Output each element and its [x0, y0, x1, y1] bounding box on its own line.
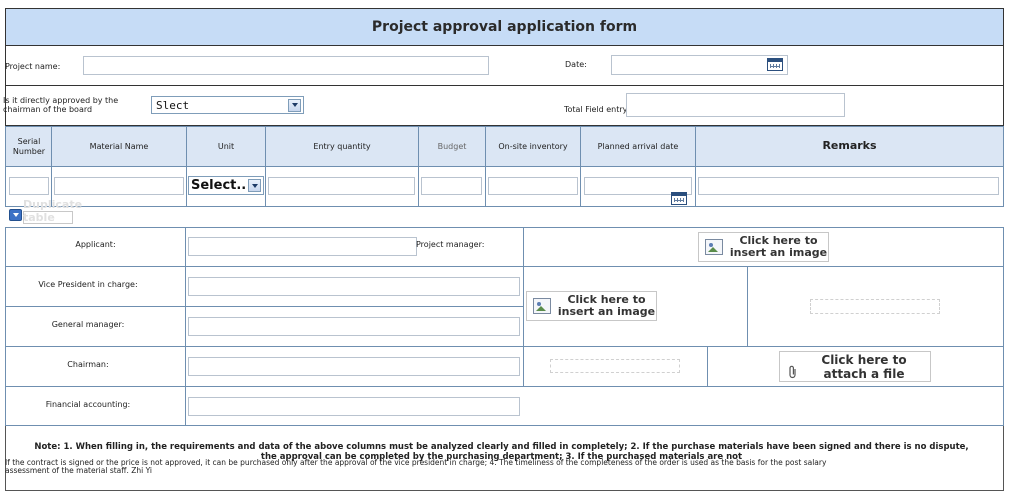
table-divider	[6, 166, 1003, 167]
insert-image-label: Click here to insert an image	[729, 234, 828, 259]
date-input[interactable]	[611, 55, 788, 75]
approvals-col-divider	[707, 346, 708, 386]
approvals-divider	[6, 346, 1003, 347]
unit-select-value: Select..	[191, 178, 247, 193]
signature-placeholder	[550, 359, 680, 373]
applicant-label: Applicant:	[75, 240, 116, 249]
calendar-icon[interactable]	[671, 192, 687, 205]
project-manager-label: Project manager:	[416, 240, 485, 249]
paperclip-icon	[789, 365, 796, 378]
insert-image-button[interactable]: Click here to insert an image	[526, 291, 657, 321]
total-field-label: Total Field entry	[564, 105, 628, 114]
insert-image-button[interactable]: Click here to insert an image	[698, 232, 829, 262]
budget-input[interactable]	[421, 177, 482, 195]
unit-select[interactable]: Select..	[188, 176, 264, 195]
remarks-input[interactable]	[698, 177, 999, 195]
duplicate-table-button[interactable]: Duplicate table	[9, 198, 82, 225]
approvals-divider	[6, 306, 524, 307]
header-remarks: Remarks	[822, 139, 877, 153]
header-onsite-inventory: On-site inventory	[498, 141, 568, 151]
approvals-col-divider	[523, 228, 524, 386]
attach-file-button[interactable]: Click here to attach a file	[779, 351, 931, 382]
board-approval-select-value: Slect	[156, 98, 190, 112]
general-manager-input[interactable]	[188, 317, 520, 336]
note-line-4: assessment of the material staff. Zhi Yi	[5, 466, 152, 475]
approvals-col-divider	[747, 266, 748, 346]
image-icon	[533, 298, 551, 314]
vice-president-label: Vice President in charge:	[38, 280, 138, 289]
board-approval-label: Is it directly approved by the chairman …	[3, 96, 119, 114]
total-field-input[interactable]	[626, 93, 845, 117]
form-title-bar: Project approval application form	[5, 8, 1004, 46]
duplicate-table-icon[interactable]	[9, 209, 22, 221]
approvals-divider	[6, 266, 1003, 267]
general-manager-label: General manager:	[51, 320, 125, 329]
header-unit: Unit	[217, 141, 235, 151]
chairman-input[interactable]	[188, 357, 520, 376]
dropdown-arrow-icon[interactable]	[248, 179, 261, 192]
project-name-label: Project name:	[5, 62, 61, 71]
dropdown-arrow-icon[interactable]	[288, 98, 301, 112]
note-line-1: Note: 1. When filling in, the requiremen…	[34, 442, 969, 452]
duplicate-table-label: Duplicate table	[23, 198, 83, 224]
image-icon	[705, 239, 723, 255]
signature-placeholder	[810, 299, 940, 314]
date-label: Date:	[565, 60, 587, 69]
financial-accounting-label: Financial accounting:	[45, 400, 131, 409]
header-planned-arrival-date: Planned arrival date	[597, 141, 679, 151]
approvals-col-divider	[185, 228, 186, 426]
header-serial-number: Serial Number	[12, 137, 46, 156]
form-title: Project approval application form	[371, 19, 638, 35]
project-name-input[interactable]	[83, 56, 489, 75]
vice-president-input[interactable]	[188, 277, 520, 296]
header-material-name: Material Name	[89, 141, 149, 151]
calendar-icon[interactable]	[767, 58, 783, 71]
approvals-divider	[6, 386, 1003, 387]
applicant-input[interactable]	[188, 237, 417, 256]
header-budget: Budget	[437, 141, 467, 151]
insert-image-label: Click here to insert an image	[557, 293, 656, 318]
attach-file-label: Click here to attach a file	[821, 352, 907, 381]
board-approval-select[interactable]: Slect	[151, 96, 304, 114]
material-name-input[interactable]	[54, 177, 184, 195]
serial-number-input[interactable]	[9, 177, 49, 195]
onsite-inventory-input[interactable]	[488, 177, 578, 195]
entry-quantity-input[interactable]	[268, 177, 415, 195]
header-entry-quantity: Entry quantity	[313, 141, 371, 151]
financial-accounting-input[interactable]	[188, 397, 520, 416]
chairman-label: Chairman:	[67, 360, 109, 369]
